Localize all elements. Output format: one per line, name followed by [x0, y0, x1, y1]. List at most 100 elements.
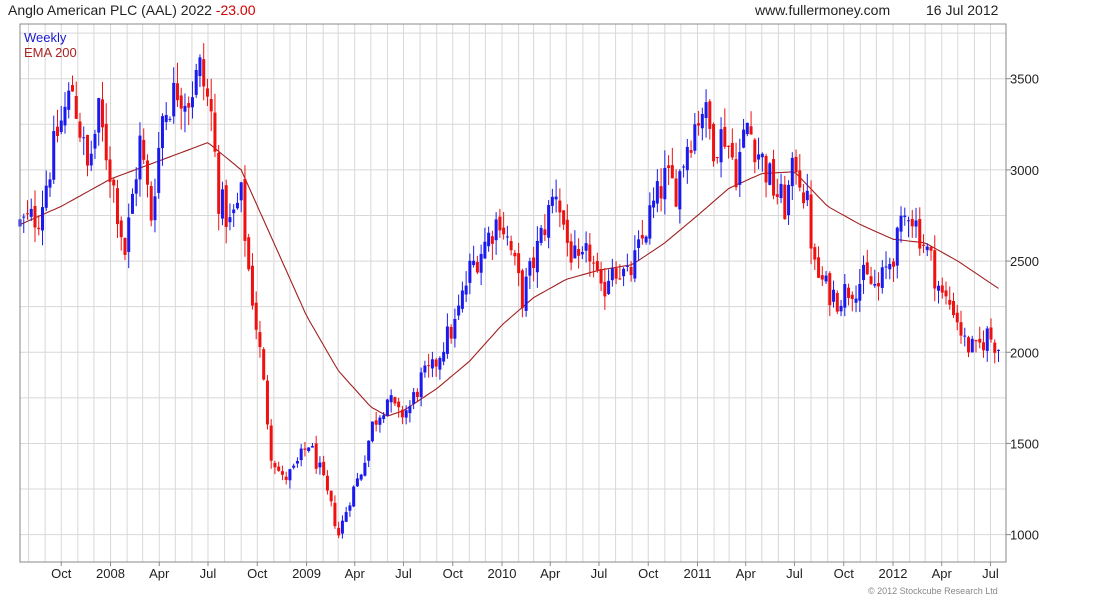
- candle-body: [813, 247, 817, 260]
- candle-body: [648, 205, 652, 239]
- candle-body: [595, 261, 599, 271]
- candle-body: [899, 215, 903, 232]
- x-tick-label: Apr: [932, 566, 953, 581]
- candle-body: [104, 123, 108, 161]
- candle-body: [970, 338, 974, 353]
- candle-body: [963, 335, 967, 337]
- candle-body: [764, 155, 768, 183]
- x-tick-label: Jul: [786, 566, 803, 581]
- candle-body: [828, 273, 832, 306]
- candle-body: [603, 281, 607, 297]
- candle-body: [299, 448, 303, 461]
- candle-body: [52, 131, 56, 180]
- candle-body: [505, 236, 509, 238]
- candle-body: [213, 112, 217, 152]
- x-tick-label: Jul: [200, 566, 217, 581]
- candle-body: [78, 121, 82, 138]
- candle-body: [74, 96, 78, 119]
- candle-body: [130, 193, 134, 214]
- y-tick-label: 2500: [1010, 254, 1039, 269]
- y-tick-label: 1000: [1010, 528, 1039, 543]
- candle-body: [273, 463, 277, 468]
- candle-body: [318, 462, 322, 468]
- x-tick-label: Oct: [638, 566, 659, 581]
- candle-body: [183, 105, 187, 112]
- legend-ema: EMA 200: [24, 45, 77, 60]
- x-tick-label: 2008: [96, 566, 125, 581]
- candle-body: [494, 219, 498, 241]
- y-tick-label: 1500: [1010, 436, 1039, 451]
- candle-body: [127, 217, 131, 252]
- candle-body: [307, 447, 311, 452]
- candle-body: [790, 157, 794, 187]
- candle-body: [847, 287, 851, 298]
- candle-body: [907, 220, 911, 222]
- candle-body: [982, 342, 986, 351]
- candle-body: [914, 220, 918, 227]
- candle-body: [232, 209, 236, 214]
- candle-body: [363, 462, 367, 476]
- candle-body: [805, 190, 809, 201]
- candle-body: [719, 129, 723, 163]
- candle-body: [944, 290, 948, 297]
- candle-body: [922, 244, 926, 246]
- candle-body: [610, 268, 614, 281]
- candle-body: [738, 152, 742, 185]
- candlesticks: [18, 43, 1001, 539]
- candle-body: [475, 261, 479, 273]
- candle-body: [910, 219, 914, 227]
- candle-body: [869, 276, 873, 284]
- candle-body: [577, 249, 581, 256]
- candle-body: [228, 217, 232, 223]
- candle-body: [370, 421, 374, 442]
- chart-grid: [20, 24, 1006, 562]
- candle-body: [547, 205, 551, 238]
- candle-body: [292, 465, 296, 468]
- candle-body: [314, 443, 318, 469]
- candle-body: [138, 135, 142, 180]
- candle-body: [453, 318, 457, 339]
- candle-body: [258, 332, 262, 348]
- candle-body: [385, 399, 389, 416]
- candle-body: [284, 476, 288, 480]
- candle-body: [412, 392, 416, 404]
- plot-frame: [19, 23, 1007, 563]
- candle-body: [745, 122, 749, 135]
- candle-body: [700, 113, 704, 129]
- candle-body: [558, 200, 562, 213]
- candle-body: [633, 250, 637, 279]
- candle-body: [295, 460, 299, 464]
- candle-body: [985, 328, 989, 351]
- candle-body: [157, 147, 161, 193]
- legend-weekly: Weekly: [24, 30, 67, 45]
- candle-body: [427, 365, 431, 367]
- candle-body: [115, 188, 119, 225]
- candle-body: [832, 289, 836, 302]
- candle-body: [89, 153, 93, 166]
- candle-body: [535, 240, 539, 273]
- candle-body: [423, 365, 427, 373]
- candle-body: [895, 227, 899, 266]
- candle-body: [250, 265, 254, 306]
- candle-body: [918, 219, 922, 249]
- candle-body: [730, 143, 734, 158]
- candle-body: [528, 261, 532, 276]
- candle-body: [70, 85, 74, 92]
- candle-body: [25, 213, 29, 215]
- candle-body: [280, 471, 284, 475]
- candle-body: [29, 208, 33, 217]
- candle-body: [723, 126, 727, 147]
- candle-body: [888, 263, 892, 270]
- candle-body: [877, 282, 881, 287]
- candle-body: [164, 114, 168, 123]
- candle-body: [584, 243, 588, 251]
- candle-body: [715, 157, 719, 159]
- candle-body: [389, 395, 393, 403]
- candle-body: [929, 246, 933, 251]
- candle-body: [685, 146, 689, 171]
- candle-body: [194, 69, 198, 95]
- candle-body: [224, 185, 228, 228]
- candle-body: [843, 284, 847, 308]
- candle-body: [858, 284, 862, 301]
- candle-body: [524, 276, 528, 311]
